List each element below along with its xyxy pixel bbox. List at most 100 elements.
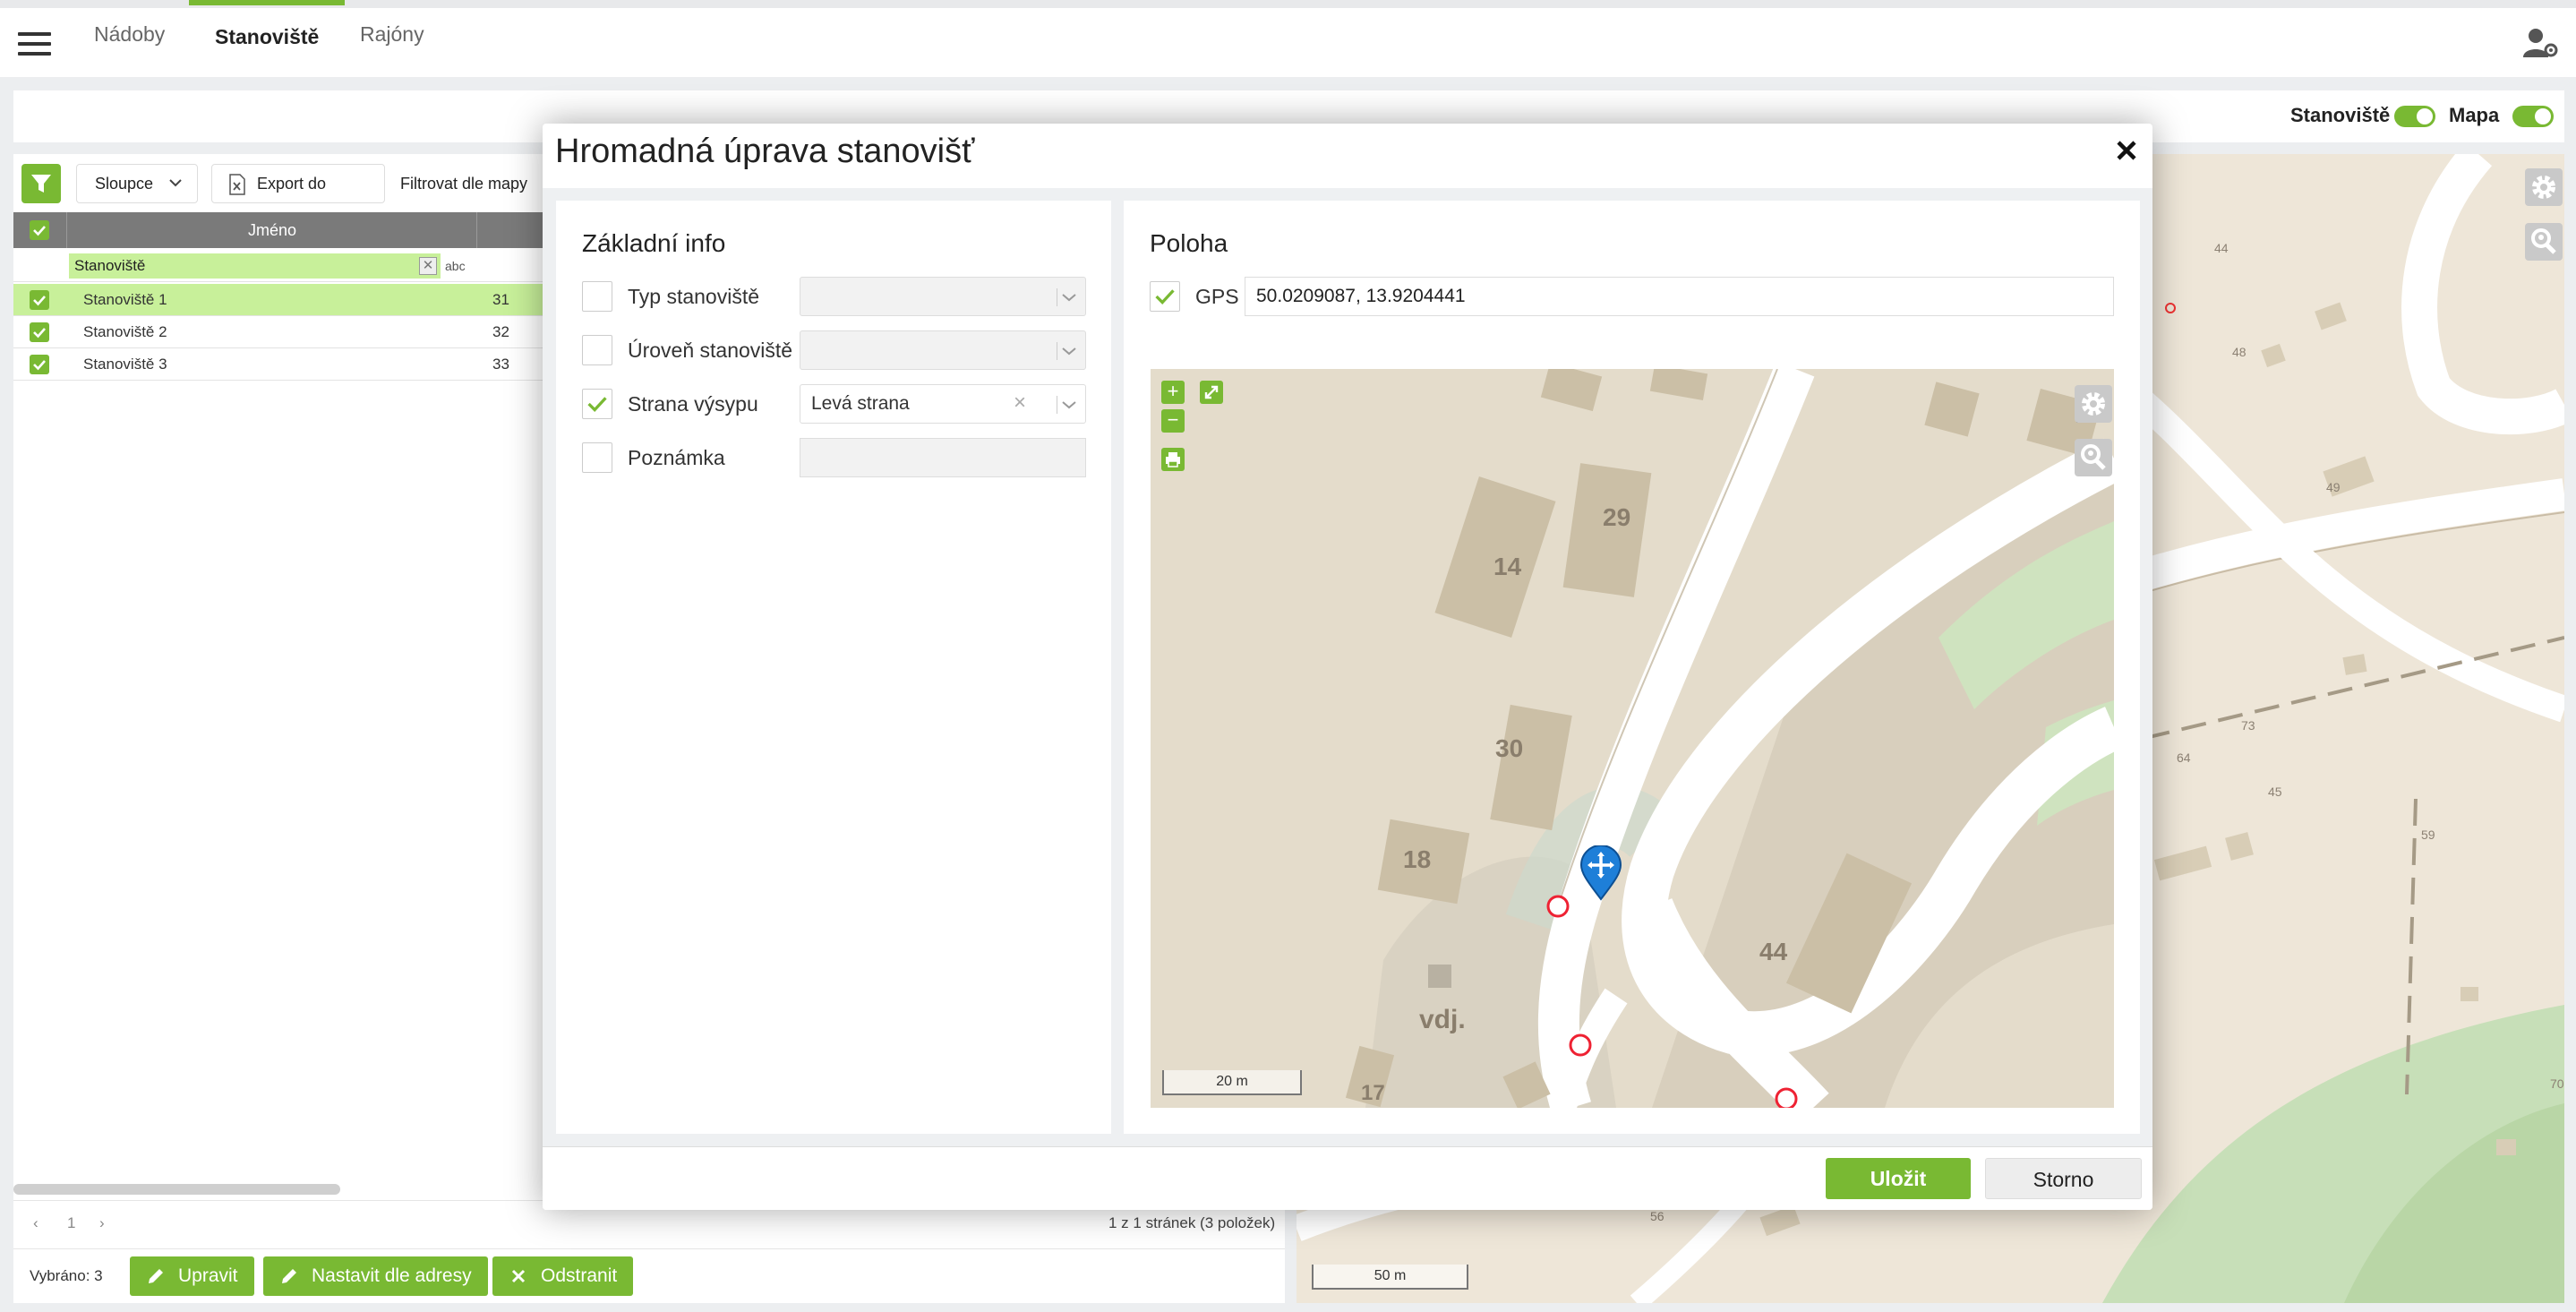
type-select[interactable] xyxy=(800,277,1086,316)
row-checkbox[interactable] xyxy=(30,355,49,374)
check-icon xyxy=(33,296,46,306)
modal-title: Hromadná úprava stanovišť xyxy=(555,133,975,170)
basic-info-title: Základní info xyxy=(582,229,726,257)
chevron-down-icon xyxy=(1062,401,1076,409)
side-select[interactable]: Levá strana × xyxy=(800,384,1086,424)
print-button[interactable] xyxy=(1161,448,1185,471)
position-marker-icon[interactable] xyxy=(1579,845,1623,901)
level-checkbox[interactable] xyxy=(582,335,612,365)
header-divider xyxy=(66,212,67,248)
clear-value-icon[interactable]: × xyxy=(1014,390,1026,416)
hamburger-menu-icon[interactable] xyxy=(18,32,51,56)
remove-label: Odstranit xyxy=(541,1265,618,1286)
set-by-address-button[interactable]: Nastavit dle adresy xyxy=(263,1256,488,1296)
level-select[interactable] xyxy=(800,330,1086,370)
type-checkbox[interactable] xyxy=(582,281,612,312)
position-map-tiles xyxy=(1345,369,2114,1108)
row-name: Stanoviště 2 xyxy=(83,323,167,340)
map-scale: 20 m xyxy=(1162,1070,1302,1095)
gps-checkbox[interactable] xyxy=(1150,281,1180,312)
chevron-down-icon xyxy=(1062,294,1076,302)
edit-button[interactable]: Upravit xyxy=(130,1256,254,1296)
building-label: 18 xyxy=(1403,845,1432,873)
save-button[interactable]: Uložit xyxy=(1826,1158,1971,1199)
map-label: 48 xyxy=(2232,345,2247,359)
fullscreen-button[interactable] xyxy=(1200,381,1223,404)
filter-by-map-button[interactable]: Filtrovat dle mapy xyxy=(400,164,527,203)
location-search-icon xyxy=(2531,228,2556,254)
inner-map-search-button[interactable] xyxy=(2075,439,2112,476)
edit-label: Upravit xyxy=(178,1265,238,1286)
map-label: 56 xyxy=(1650,1209,1665,1223)
row-number: 33 xyxy=(492,356,509,373)
note-input[interactable] xyxy=(800,438,1086,477)
tab-rajony[interactable]: Rajóny xyxy=(334,0,450,69)
columns-dropdown[interactable]: Sloupce xyxy=(76,164,198,203)
position-title: Poloha xyxy=(1150,229,1228,257)
cancel-button[interactable]: Storno xyxy=(1985,1158,2142,1199)
map-label: 44 xyxy=(2214,241,2229,255)
user-settings-icon[interactable] xyxy=(2523,27,2559,59)
map-settings-button[interactable] xyxy=(2525,168,2563,206)
page-number[interactable]: 1 xyxy=(67,1201,75,1246)
set-by-address-label: Nastavit dle adresy xyxy=(312,1265,472,1286)
tab-nadoby[interactable]: Nádoby xyxy=(68,0,191,69)
note-checkbox[interactable] xyxy=(582,442,612,473)
map-label: 49 xyxy=(2326,480,2341,494)
map-scale: 50 m xyxy=(1312,1265,1468,1290)
side-value: Levá strana xyxy=(811,393,910,414)
map-search-location-button[interactable] xyxy=(2525,223,2563,261)
filter-button[interactable] xyxy=(21,164,61,203)
horizontal-scrollbar[interactable] xyxy=(13,1184,340,1195)
building-label: 29 xyxy=(1603,503,1631,531)
name-filter-input[interactable]: Stanoviště xyxy=(69,253,441,279)
select-all-checkbox[interactable] xyxy=(30,220,49,240)
row-checkbox[interactable] xyxy=(30,290,49,310)
close-icon[interactable] xyxy=(2110,134,2143,167)
pencil-icon xyxy=(149,1269,163,1283)
prev-page-icon[interactable]: ‹ xyxy=(33,1201,39,1246)
filter-icon xyxy=(31,175,51,193)
map-label: 45 xyxy=(2268,785,2282,799)
print-icon xyxy=(1166,452,1180,467)
zoom-in-button[interactable]: + xyxy=(1161,381,1185,404)
map-label: 73 xyxy=(2241,718,2255,733)
clear-filter-icon[interactable]: ✕ xyxy=(419,257,437,275)
inner-map-settings-button[interactable] xyxy=(2075,385,2112,423)
chevron-down-icon xyxy=(169,179,182,187)
excel-file-icon xyxy=(229,174,245,195)
toggle-label-stanoviste: Stanoviště xyxy=(2290,104,2391,126)
selected-count: Vybráno: 3 xyxy=(30,1267,103,1284)
building-label: 17 xyxy=(1361,1081,1385,1105)
check-icon xyxy=(33,328,46,339)
toggle-mapa[interactable] xyxy=(2512,106,2554,127)
note-label: Poznámka xyxy=(628,446,725,469)
check-icon xyxy=(33,360,46,371)
position-map[interactable]: 14 29 30 18 44 2 vdj. 17 xyxy=(1151,369,2114,1108)
row-number: 32 xyxy=(492,323,509,340)
building-label: 30 xyxy=(1495,734,1524,762)
toggle-stanoviste[interactable] xyxy=(2394,106,2435,127)
map-label: 64 xyxy=(2177,750,2191,765)
building-label: 14 xyxy=(1493,553,1522,580)
columns-label: Sloupce xyxy=(95,175,154,193)
gear-icon xyxy=(2082,392,2105,416)
side-checkbox[interactable] xyxy=(582,389,612,419)
gps-input[interactable]: 50.0209087, 13.9204441 xyxy=(1245,277,2114,316)
column-header-name[interactable]: Jméno xyxy=(248,212,296,248)
fullscreen-icon xyxy=(1204,385,1219,399)
tab-stanoviste[interactable]: Stanoviště xyxy=(189,0,346,69)
row-checkbox[interactable] xyxy=(30,322,49,342)
remove-button[interactable]: Odstranit xyxy=(492,1256,634,1296)
filter-type-icon[interactable]: abc xyxy=(445,254,466,278)
zoom-out-button[interactable]: − xyxy=(1161,409,1185,433)
export-excel-button[interactable]: Export do excelu xyxy=(211,164,385,230)
type-label: Typ stanoviště xyxy=(628,285,760,308)
check-icon xyxy=(587,397,607,412)
row-name: Stanoviště 3 xyxy=(83,356,167,373)
row-number: 31 xyxy=(492,291,509,308)
level-label: Úroveň stanoviště xyxy=(628,339,793,362)
place-label: vdj. xyxy=(1419,1005,1466,1034)
gps-label: GPS xyxy=(1195,285,1239,308)
next-page-icon[interactable]: › xyxy=(99,1201,105,1246)
